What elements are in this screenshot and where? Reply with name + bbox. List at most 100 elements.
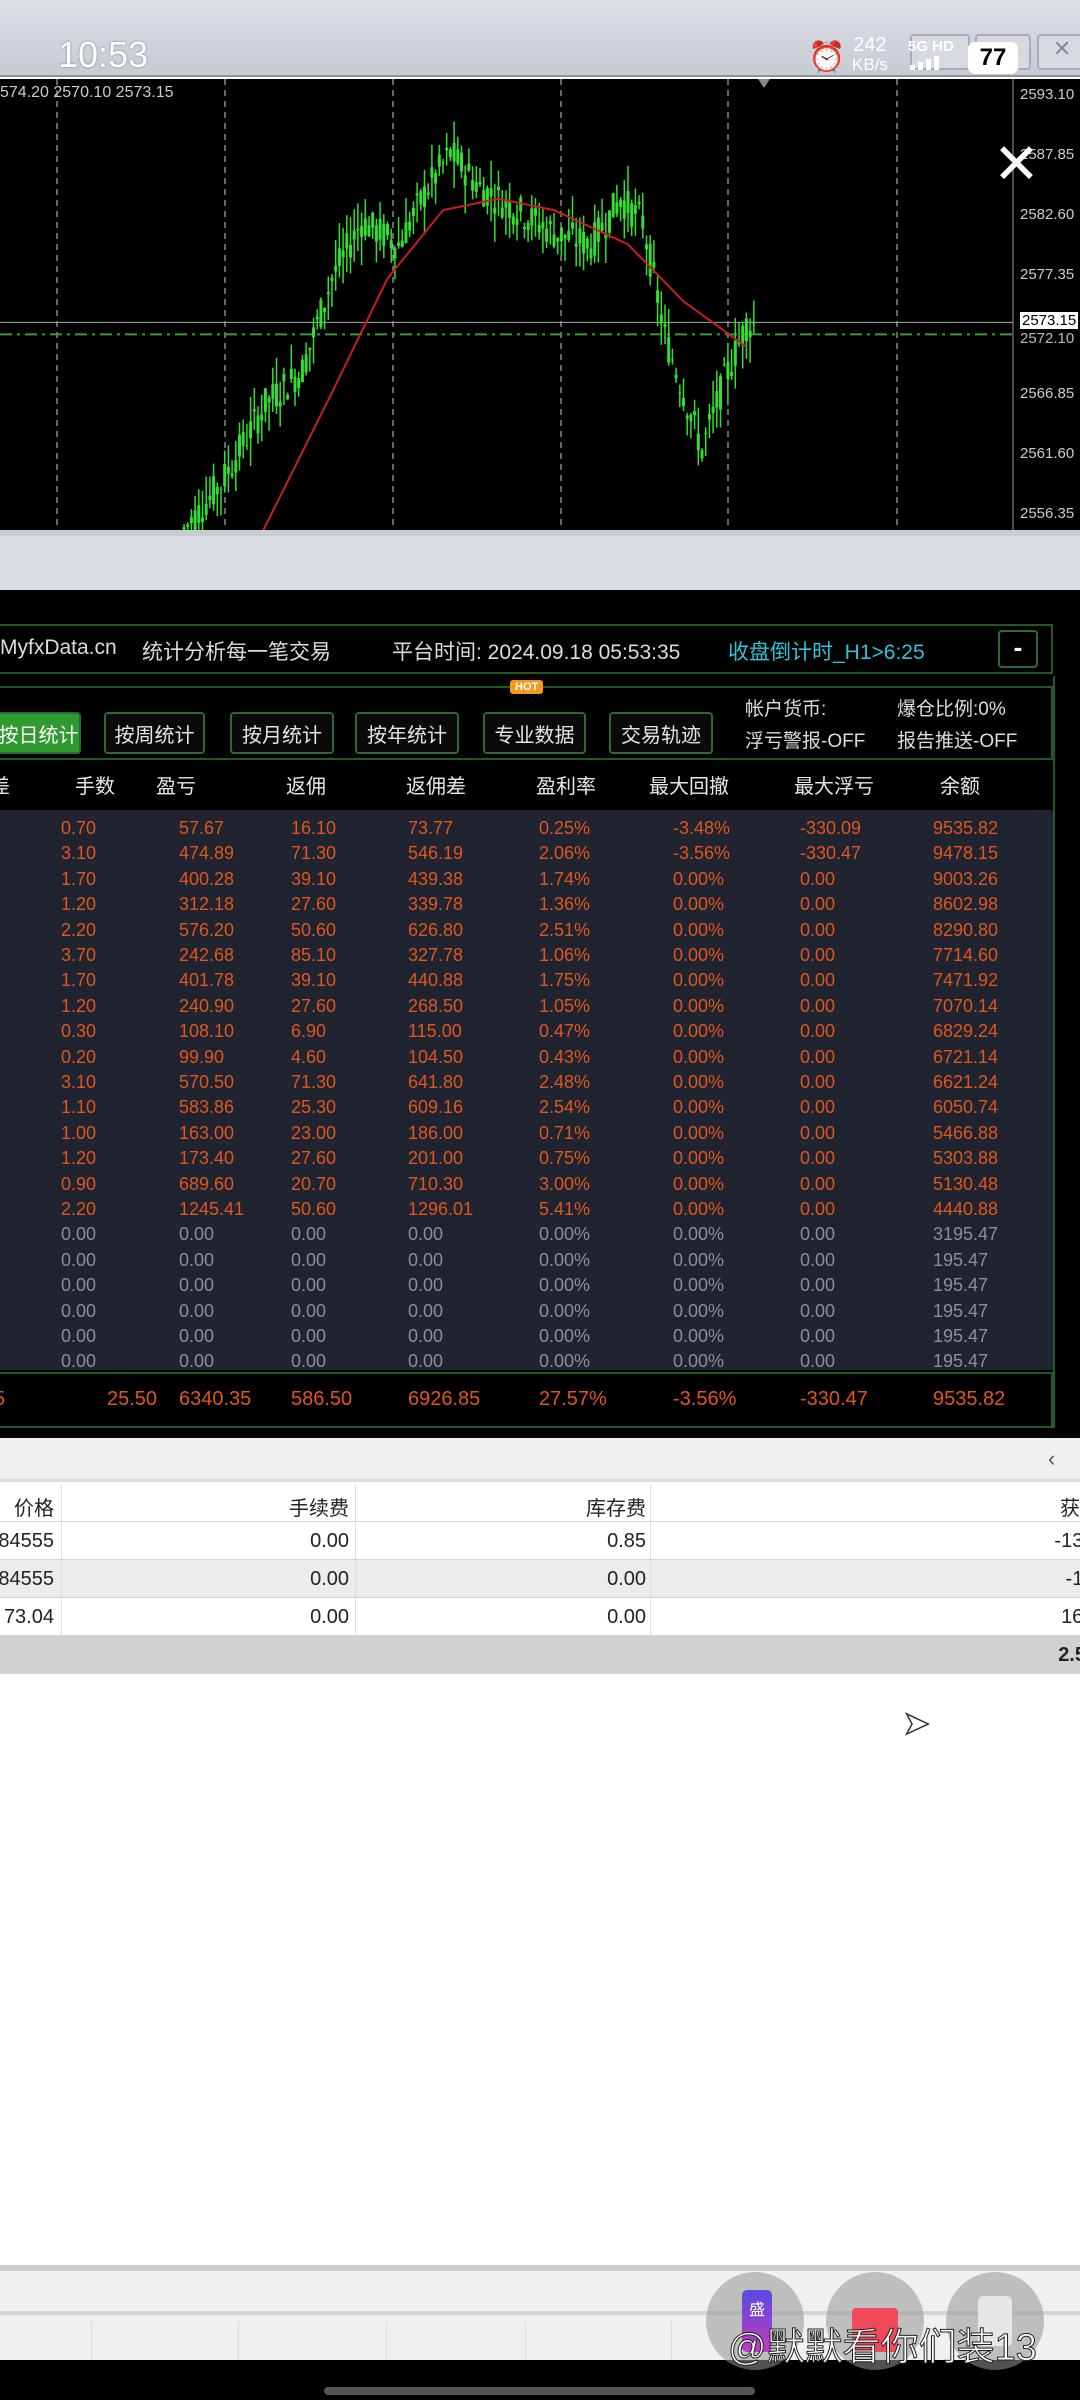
trade-cell: 84555 <box>0 1530 54 1552</box>
table-row[interactable]: 3.10 570.50 71.30 641.80 2.48% 0.00% 0.00 6621.… <box>0 1072 1053 1097</box>
table-row[interactable]: 0.00 0.00 0.00 0.00 0.00% 0.00% 0.00 195.47 <box>0 1275 1053 1300</box>
table-row[interactable]: 3.10 474.89 71.30 546.19 2.06% -3.56% -330.47 9… <box>0 843 1053 868</box>
account-currency: 帐户货币: <box>745 699 827 720</box>
platform-time: 平台时间: 2024.09.18 05:53:35 <box>392 641 681 664</box>
tab-button-1[interactable]: 按周统计 <box>104 712 205 754</box>
table-cell: 0.30 <box>61 1021 97 1042</box>
site-name[interactable]: MyfxData.cn <box>0 636 117 660</box>
candle-body <box>534 208 537 216</box>
table-row[interactable]: 1.20 240.90 27.60 268.50 1.05% 0.00% 0.00 7070.… <box>0 996 1053 1021</box>
table-cell: 39.10 <box>291 970 337 991</box>
table-cell: -3.48% <box>673 818 731 838</box>
tab-button-3[interactable]: 按年统计 <box>355 712 459 754</box>
table-cell: 50.60 <box>291 919 337 940</box>
table-row[interactable]: 2.20 1245.41 50.60 1296.01 5.41% 0.00% 0.00 444… <box>0 1199 1053 1224</box>
trade-row[interactable]: 84555 0.00 0.00 -1.1 <box>0 1560 1080 1598</box>
trade-cell: 手续费 <box>289 1498 349 1520</box>
scroll-left-arrow[interactable]: ‹ <box>1048 1446 1055 1472</box>
minimize-panel-button[interactable]: - <box>998 630 1038 668</box>
candle-body <box>334 265 338 272</box>
candle-body <box>445 147 449 151</box>
tab-button-0[interactable]: 按日统计 <box>0 712 81 754</box>
table-cell: 0.00% <box>539 1326 591 1346</box>
table-cell: 195.47 <box>933 1351 989 1372</box>
candle-body <box>448 149 452 158</box>
trade-row[interactable]: 73.04 0.00 0.00 16.7 <box>0 1598 1080 1636</box>
table-row[interactable]: 0.90 689.60 20.70 710.30 3.00% 0.00% 0.00 5130.… <box>0 1174 1053 1199</box>
table-row[interactable]: 1.70 401.78 39.10 440.88 1.75% 0.00% 0.00 7471.… <box>0 970 1053 995</box>
table-row[interactable]: 1.70 400.28 39.10 439.38 1.74% 0.00% 0.00 9003.… <box>0 869 1053 894</box>
table-cell: 2.48% <box>539 1072 591 1092</box>
candle-body <box>226 466 230 474</box>
tab-button-5[interactable]: 交易轨迹 <box>609 712 713 754</box>
table-cell: 27.60 <box>291 1148 337 1169</box>
table-cell: 1.06% <box>539 945 591 965</box>
candle-body <box>267 397 271 403</box>
table-cell: 0.00% <box>673 1224 725 1245</box>
candle-body <box>349 244 352 258</box>
table-cell: 268.50 <box>408 995 464 1016</box>
trade-table-header[interactable]: 价格 手续费 库存费 获利 <box>0 1484 1080 1522</box>
candle-body <box>582 231 586 254</box>
column-header: 差 <box>0 770 10 799</box>
table-cell: 0.00 <box>408 1300 444 1321</box>
stats-total-row <box>0 1372 1053 1428</box>
candle-body <box>545 228 549 242</box>
table-row[interactable]: 0.00 0.00 0.00 0.00 0.00% 0.00% 0.00 195.47 <box>0 1301 1053 1326</box>
trade-row[interactable]: 84555 0.00 0.85 -13.8 <box>0 1522 1080 1560</box>
table-cell: 20.70 <box>291 1173 337 1194</box>
candle-body <box>352 230 356 240</box>
candle-body <box>522 226 526 230</box>
table-row[interactable]: 1.20 173.40 27.60 201.00 0.75% 0.00% 0.00 5303.… <box>0 1148 1053 1173</box>
table-row[interactable]: 2.20 576.20 50.60 626.80 2.51% 0.00% 0.00 8290.… <box>0 920 1053 945</box>
candle-body <box>460 152 463 172</box>
table-cell: 0.00 <box>800 1148 836 1169</box>
candle-body <box>682 398 685 407</box>
floating-loss-alert[interactable]: 浮亏警报-OFF <box>745 726 865 753</box>
tab-button-2[interactable]: 按月统计 <box>230 712 334 754</box>
liquidation-ratio: 爆仓比例:0% <box>897 699 1006 720</box>
candle-body <box>212 476 216 505</box>
tab-button-4[interactable]: 专业数据 <box>483 712 586 754</box>
speed-value: 242 <box>853 34 887 56</box>
current-price-label: 2573.15 <box>1020 312 1079 330</box>
trade-cell: 0.00 <box>607 1568 646 1590</box>
table-cell: 0.00 <box>800 1122 836 1143</box>
table-cell: 312.18 <box>179 894 235 915</box>
table-row[interactable]: 0.00 0.00 0.00 0.00 0.00% 0.00% 0.00 195.47 <box>0 1326 1053 1351</box>
report-push[interactable]: 报告推送-OFF <box>897 726 1017 753</box>
candle-body <box>493 207 497 214</box>
candle-body <box>508 202 512 218</box>
table-cell: 0.43% <box>539 1046 591 1067</box>
table-row[interactable]: 0.00 0.00 0.00 0.00 0.00% 0.00% 0.00 3195.47 <box>0 1224 1053 1249</box>
slogan: 统计分析每一笔交易 <box>142 641 331 664</box>
candle-body <box>371 212 375 228</box>
candle-body <box>585 238 589 249</box>
table-cell: 0.90 <box>61 1173 97 1194</box>
home-indicator[interactable] <box>324 2387 755 2395</box>
table-row[interactable]: 3.70 242.68 85.10 327.78 1.06% 0.00% 0.00 7714.… <box>0 945 1053 970</box>
price-chart[interactable] <box>0 79 1080 530</box>
candle-body <box>437 154 441 167</box>
window-close-button[interactable]: ✕ <box>1037 34 1080 70</box>
panel-border <box>1053 676 1055 1428</box>
candle-body <box>593 222 597 256</box>
trade-cell: 0.00 <box>310 1606 349 1628</box>
table-row[interactable]: 0.20 99.90 4.60 104.50 0.43% 0.00% 0.00 6721.14 <box>0 1047 1053 1072</box>
signal-icon <box>910 56 939 70</box>
candle-body <box>552 234 556 247</box>
table-row[interactable]: 0.30 108.10 6.90 115.00 0.47% 0.00% 0.00 6829.2… <box>0 1021 1053 1046</box>
scroll-bar[interactable]: ‹ <box>0 1438 1080 1482</box>
table-row[interactable]: 1.00 163.00 23.00 186.00 0.71% 0.00% 0.00 5466.… <box>0 1123 1053 1148</box>
table-row[interactable]: 0.70 57.67 16.10 73.77 0.25% -3.48% -330.09 953… <box>0 818 1053 843</box>
table-cell: 1296.01 <box>408 1199 474 1219</box>
candle-body <box>193 510 197 530</box>
close-icon[interactable]: ✕ <box>993 136 1040 192</box>
candle-body <box>208 495 212 501</box>
candle-body <box>393 247 397 259</box>
table-row[interactable]: 1.10 583.86 25.30 609.16 2.54% 0.00% 0.00 6050.… <box>0 1097 1053 1122</box>
table-row[interactable]: 0.00 0.00 0.00 0.00 0.00% 0.00% 0.00 195.47 <box>0 1250 1053 1275</box>
candle-body <box>482 190 486 207</box>
table-cell: 0.00% <box>673 1199 725 1219</box>
table-row[interactable]: 1.20 312.18 27.60 339.78 1.36% 0.00% 0.00 8602.… <box>0 894 1053 919</box>
